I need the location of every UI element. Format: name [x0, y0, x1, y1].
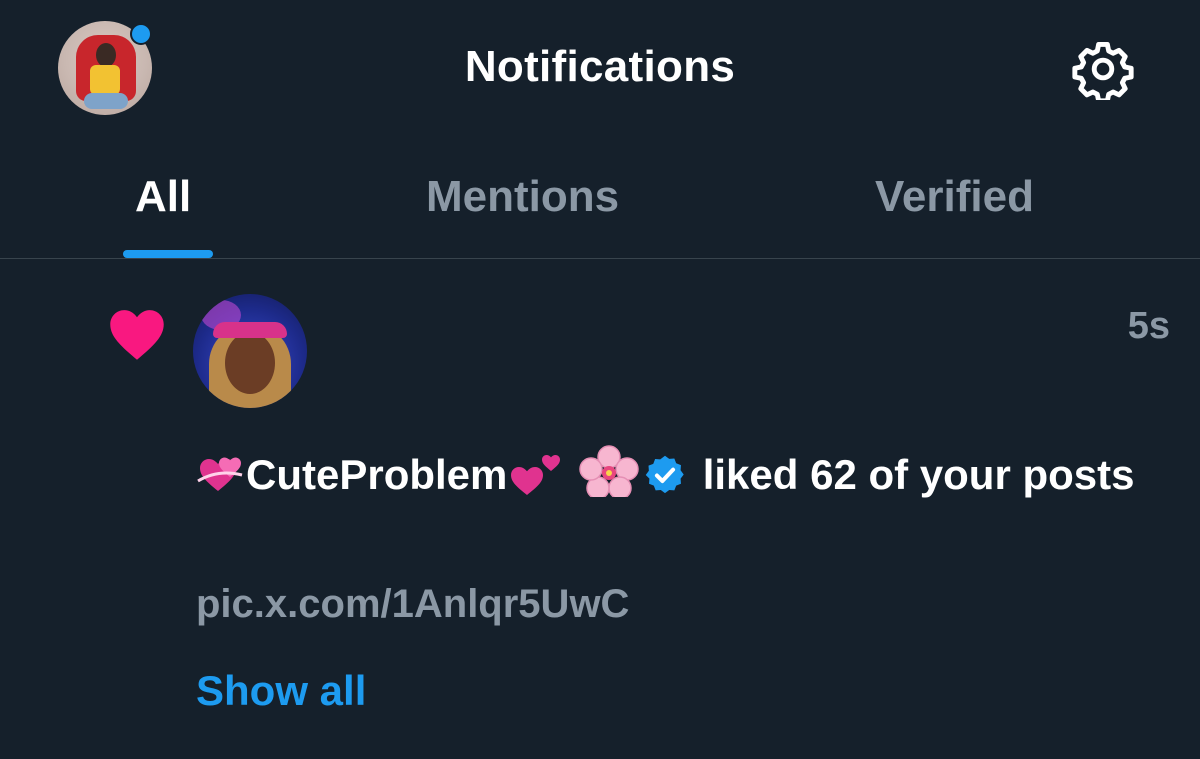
cherry-blossom-emoji-icon: [579, 445, 639, 497]
heart-icon: [110, 310, 164, 360]
settings-button[interactable]: [1070, 36, 1136, 102]
verified-badge-icon: [645, 455, 684, 494]
active-tab-indicator: [123, 250, 213, 258]
two-hearts-emoji-icon: [511, 455, 561, 495]
gear-icon: [1072, 42, 1134, 100]
notification-message: CuteProblem liked 62 of your posts: [196, 442, 1176, 508]
avatar-legs-shape: [84, 93, 128, 109]
media-link[interactable]: pic.x.com/1Anlqr5UwC: [196, 577, 629, 631]
notification-item[interactable]: 5s CuteProblem liked 62 of your posts pi…: [0, 259, 1200, 759]
notification-time: 5s: [1127, 305, 1170, 347]
avatar-headband-shape: [213, 322, 287, 338]
page-title: Notifications: [464, 42, 736, 91]
hearts-emoji-icon: [197, 457, 243, 491]
notification-action-text: liked 62 of your posts: [702, 451, 1135, 498]
avatar-face-shape: [225, 332, 275, 394]
actor-avatar[interactable]: [193, 294, 307, 408]
tab-mentions[interactable]: Mentions: [426, 170, 619, 224]
tab-verified[interactable]: Verified: [875, 170, 1034, 224]
show-all-link[interactable]: Show all: [196, 664, 366, 718]
tab-all[interactable]: All: [135, 170, 191, 224]
top-bar: Notifications: [0, 0, 1200, 140]
notification-tabs: All Mentions Verified: [0, 140, 1200, 258]
actor-name[interactable]: CuteProblem: [246, 451, 507, 498]
